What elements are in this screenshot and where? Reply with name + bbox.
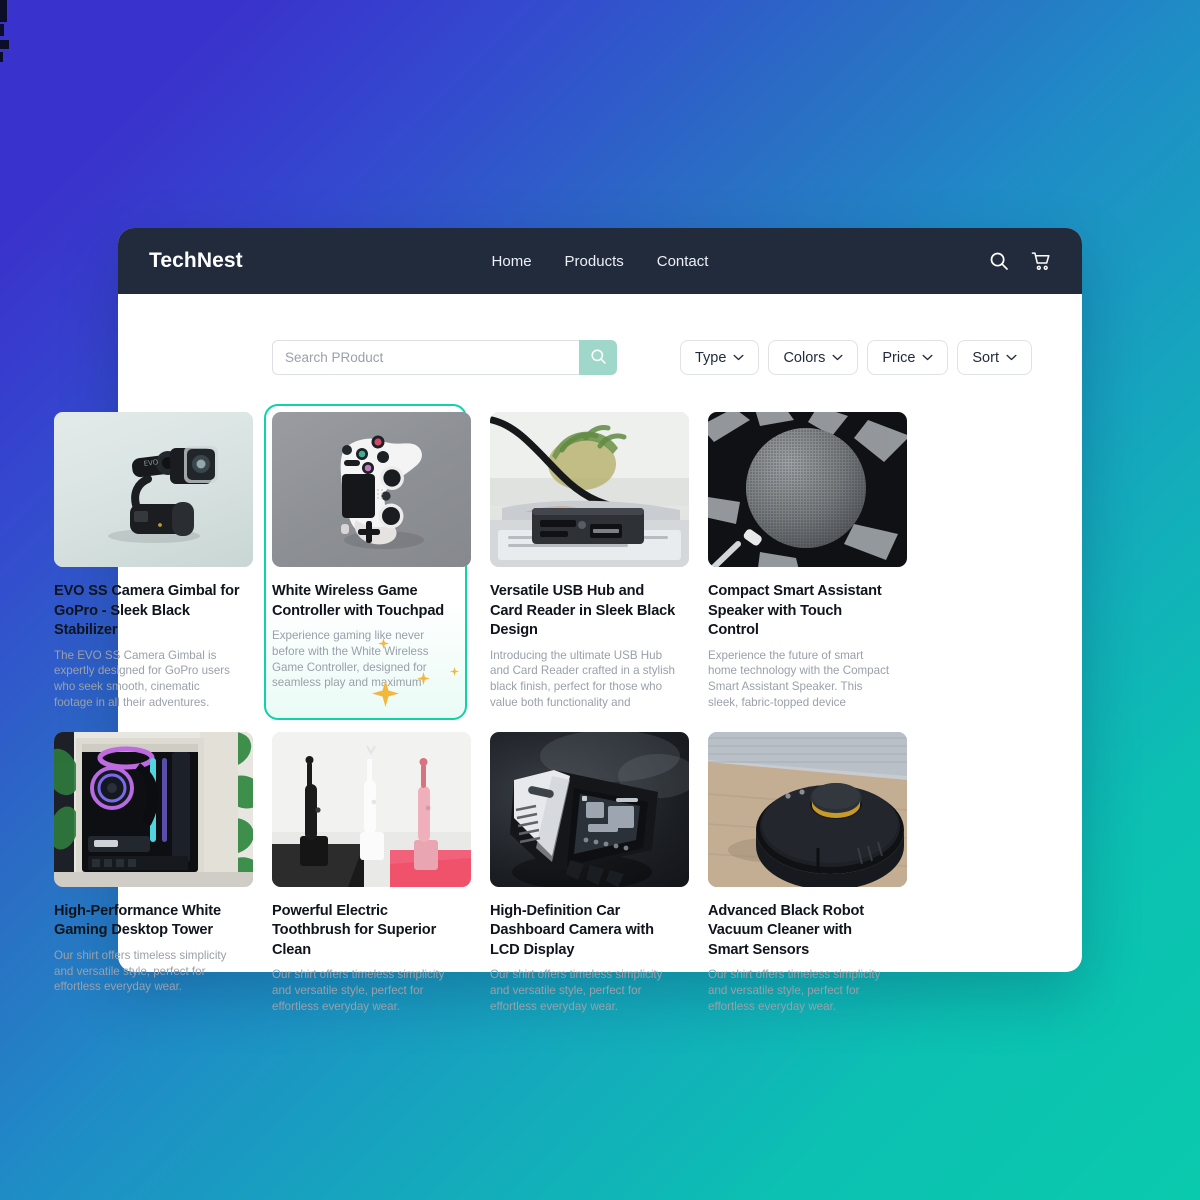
- nav-actions: [989, 251, 1052, 272]
- product-image-gaming-desktop[interactable]: [54, 731, 253, 887]
- product-card-selected[interactable]: White Wireless Game Controller with Touc…: [264, 404, 471, 720]
- product-image-usb-hub[interactable]: [490, 412, 689, 567]
- filter-price-label: Price: [882, 349, 916, 366]
- product-card[interactable]: EVO EVO SS Camera Gimbal for GoPro - Sle…: [48, 406, 253, 718]
- product-description: Introducing the ultimate USB Hub and Car…: [490, 648, 675, 709]
- product-title: High-Performance White Gaming Desktop To…: [54, 902, 221, 939]
- filter-colors-button[interactable]: Colors: [768, 340, 859, 375]
- search-input[interactable]: [272, 340, 579, 375]
- capture-edge-artifact: [0, 0, 7, 22]
- search-icon[interactable]: [989, 251, 1009, 271]
- filter-sort-button[interactable]: Sort: [957, 340, 1032, 375]
- product-card[interactable]: Versatile USB Hub and Card Reader in Sle…: [484, 406, 689, 718]
- product-image-electric-toothbrush[interactable]: [272, 731, 471, 887]
- chevron-down-icon: [832, 354, 843, 361]
- product-description: Experience the future of smart home tech…: [708, 648, 890, 709]
- product-title: Compact Smart Assistant Speaker with Tou…: [708, 583, 882, 639]
- capture-edge-artifact: [0, 24, 4, 36]
- product-description: Experience gaming like never before with…: [272, 629, 429, 690]
- filter-colors-label: Colors: [783, 349, 826, 366]
- product-image-smart-speaker[interactable]: [708, 412, 907, 567]
- navbar: TechNest Home Products Contact: [118, 228, 1082, 294]
- product-image-dashboard-camera[interactable]: [490, 731, 689, 887]
- nav-item-contact[interactable]: Contact: [657, 253, 709, 270]
- product-title: Advanced Black Robot Vacuum Cleaner with…: [708, 902, 864, 958]
- search-bar: [272, 340, 617, 375]
- main-nav: Home Products Contact: [118, 253, 1082, 270]
- product-image-camera-gimbal[interactable]: EVO: [54, 412, 253, 567]
- filter-type-button[interactable]: Type: [680, 340, 760, 375]
- product-card[interactable]: Powerful Electric Toothbrush for Superio…: [266, 726, 471, 1021]
- filter-type-label: Type: [695, 349, 727, 366]
- product-grid: EVO EVO SS Camera Gimbal for GoPro - Sle…: [0, 404, 1200, 1015]
- nav-item-home[interactable]: Home: [492, 253, 532, 270]
- capture-edge-artifact: [0, 52, 3, 62]
- product-image-game-controller[interactable]: [272, 412, 471, 567]
- capture-edge-artifact: [0, 40, 9, 49]
- product-description: Our shirt offers timeless simplicity and…: [54, 948, 227, 994]
- product-title: Versatile USB Hub and Card Reader in Sle…: [490, 583, 676, 639]
- product-title: Powerful Electric Toothbrush for Superio…: [272, 902, 437, 958]
- cart-icon[interactable]: [1031, 251, 1052, 272]
- product-title: EVO SS Camera Gimbal for GoPro - Sleek B…: [54, 583, 240, 639]
- product-image-robot-vacuum[interactable]: [708, 731, 907, 887]
- product-card[interactable]: High-Definition Car Dashboard Camera wit…: [484, 726, 689, 1021]
- product-card[interactable]: High-Performance White Gaming Desktop To…: [48, 726, 253, 1021]
- filter-sort-label: Sort: [972, 349, 999, 366]
- filter-bar: Type Colors Price Sort: [680, 340, 1032, 375]
- product-card[interactable]: Advanced Black Robot Vacuum Cleaner with…: [702, 726, 907, 1021]
- chevron-down-icon: [1006, 354, 1017, 361]
- brand-logo[interactable]: TechNest: [149, 249, 243, 273]
- product-title: High-Definition Car Dashboard Camera wit…: [490, 902, 654, 958]
- product-description: Our shirt offers timeless simplicity and…: [490, 968, 663, 1013]
- product-description: Our shirt offers timeless simplicity and…: [272, 968, 445, 1013]
- product-card[interactable]: Compact Smart Assistant Speaker with Tou…: [702, 406, 907, 718]
- chevron-down-icon: [733, 354, 744, 361]
- nav-item-products[interactable]: Products: [565, 253, 624, 270]
- search-submit-button[interactable]: [579, 340, 617, 375]
- search-icon: [590, 348, 607, 368]
- filter-price-button[interactable]: Price: [867, 340, 949, 375]
- chevron-down-icon: [922, 354, 933, 361]
- product-title: White Wireless Game Controller with Touc…: [272, 583, 445, 619]
- product-description: The EVO SS Camera Gimbal is expertly des…: [54, 648, 230, 709]
- product-description: Our shirt offers timeless simplicity and…: [708, 968, 881, 1013]
